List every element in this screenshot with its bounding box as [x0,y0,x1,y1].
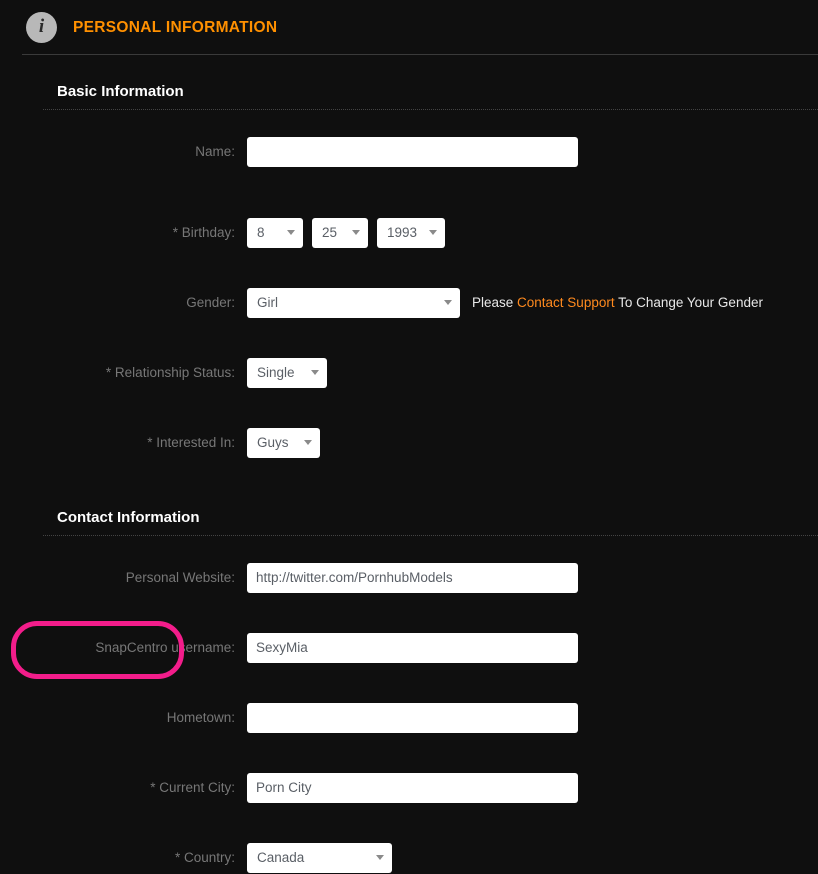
field-row-hometown: Hometown: [0,702,818,733]
personal-information-form: Basic Information Name: * Birthday: 8 25 [0,55,818,873]
field-row-birthday: * Birthday: 8 25 1993 [0,217,818,248]
page-title: PERSONAL INFORMATION [73,18,278,36]
info-icon-glyph: i [38,16,45,37]
section-divider-contact [43,535,818,536]
label-relationship-status: * Relationship Status: [105,365,235,380]
gender-value: Girl [257,295,278,310]
section-contact-information: Contact Information Personal Website: Sn… [0,458,818,873]
relationship-status-value: Single [257,365,295,380]
snapcentro-username-input[interactable] [247,632,578,663]
country-select[interactable]: Canada [247,842,392,873]
field-row-interested-in: * Interested In: Guys [0,427,818,458]
control-name [247,136,578,167]
chevron-down-icon [376,855,384,860]
section-basic-information: Basic Information Name: * Birthday: 8 25 [0,55,818,458]
label-current-city: * Current City: [150,780,235,795]
label-hometown: Hometown: [166,710,235,725]
birthday-month-select[interactable]: 8 [247,217,303,248]
birthday-year-select[interactable]: 1993 [377,217,445,248]
control-interested-in: Guys [247,427,320,458]
birthday-day-value: 25 [322,225,338,240]
label-snapcentro-username: SnapCentro username: [0,621,247,679]
page-header: i PERSONAL INFORMATION [0,0,818,55]
field-row-name: Name: [0,136,818,167]
current-city-input[interactable] [247,772,578,803]
gender-note-suffix: To Change Your Gender [614,295,763,310]
chevron-down-icon [287,230,295,235]
field-row-current-city: * Current City: [0,772,818,803]
control-current-city [247,772,578,803]
field-row-relationship-status: * Relationship Status: Single [0,357,818,388]
hometown-input[interactable] [247,702,578,733]
section-title-contact: Contact Information [57,509,200,526]
chevron-down-icon [304,440,312,445]
section-divider-basic [43,109,818,110]
label-personal-website: Personal Website: [125,570,235,585]
label-country: * Country: [174,850,235,865]
gender-change-note: Please Contact Support To Change Your Ge… [472,295,763,310]
label-name: Name: [195,144,235,159]
control-personal-website [247,562,578,593]
control-birthday: 8 25 1993 [247,217,445,248]
label-snapcentro-username-text: SnapCentro username: [95,640,235,655]
birthday-year-value: 1993 [387,225,418,240]
birthday-month-value: 8 [257,225,265,240]
birthday-day-select[interactable]: 25 [312,217,368,248]
chevron-down-icon [444,300,452,305]
field-row-gender: Gender: Girl Please Contact Support To C… [0,287,818,318]
section-title-basic: Basic Information [57,83,184,100]
label-gender: Gender: [186,295,235,310]
label-interested-in: * Interested In: [147,435,235,450]
name-input[interactable] [247,136,578,167]
control-snapcentro-username [247,632,578,663]
contact-support-link[interactable]: Contact Support [517,295,615,310]
chevron-down-icon [429,230,437,235]
info-circle-icon: i [26,12,57,43]
control-relationship-status: Single [247,357,327,388]
field-row-snapcentro-username: SnapCentro username: [0,621,818,679]
control-gender: Girl Please Contact Support To Change Yo… [247,287,763,318]
gender-note-prefix: Please [472,295,518,310]
interested-in-select[interactable]: Guys [247,427,320,458]
interested-in-value: Guys [257,435,289,450]
control-country: Canada [247,842,392,873]
relationship-status-select[interactable]: Single [247,357,327,388]
personal-website-input[interactable] [247,562,578,593]
label-birthday: * Birthday: [172,225,235,240]
country-value: Canada [257,850,305,865]
gender-select[interactable]: Girl [247,287,460,318]
field-row-country: * Country: Canada [0,842,818,873]
chevron-down-icon [311,370,319,375]
field-row-personal-website: Personal Website: [0,562,818,593]
control-hometown [247,702,578,733]
chevron-down-icon [352,230,360,235]
